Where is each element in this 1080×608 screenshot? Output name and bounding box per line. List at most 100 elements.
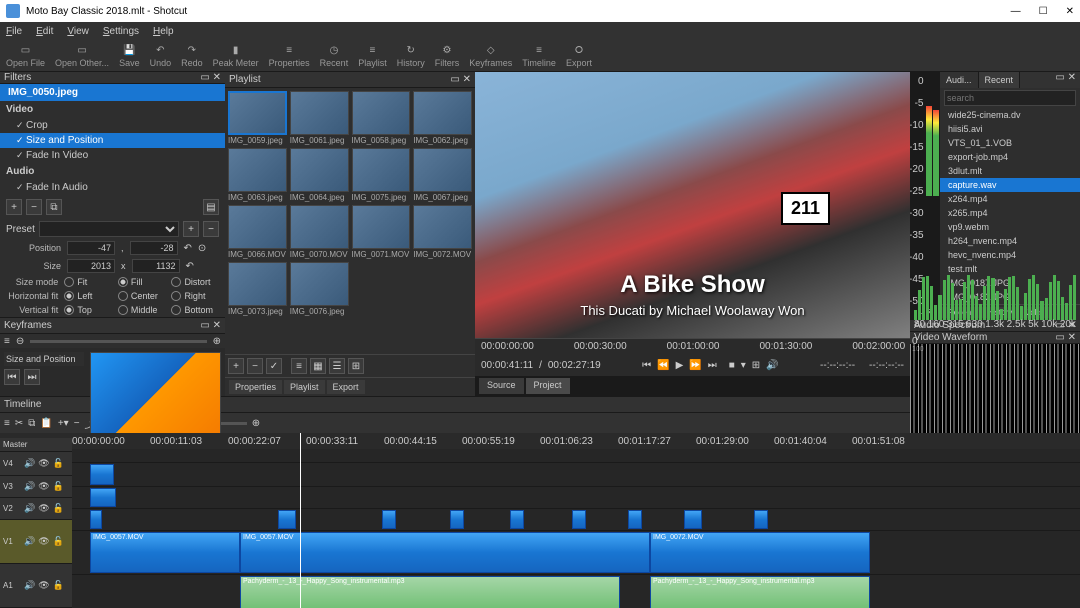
reset-icon[interactable]: ↶ — [184, 243, 192, 254]
playlist-item[interactable]: IMG_0070.MOV — [290, 205, 349, 259]
tl-menu-icon[interactable]: ≡ — [4, 418, 10, 429]
recent-item[interactable]: h264_nvenc.mp4 — [940, 234, 1080, 248]
filter-item[interactable]: Size and Position — [0, 133, 225, 148]
menu-view[interactable]: View — [67, 26, 89, 37]
playlist-item[interactable]: IMG_0075.jpeg — [352, 148, 411, 202]
clip[interactable]: IMG_0072.MOV — [650, 532, 870, 573]
playlist-close-icon[interactable]: ▭ ✕ — [450, 74, 471, 85]
filters-close-icon[interactable]: ▭ ✕ — [200, 72, 221, 83]
kf-prev-button[interactable]: ⏮ — [4, 369, 20, 385]
sizemode-radio[interactable]: Distort — [171, 277, 219, 287]
filter-item[interactable]: Crop — [0, 118, 225, 133]
recent-search-input[interactable] — [944, 90, 1076, 106]
toolbar-redo[interactable]: ↷Redo — [181, 43, 203, 68]
playlist-item[interactable]: IMG_0066.MOV — [228, 205, 287, 259]
menu-settings[interactable]: Settings — [103, 26, 139, 37]
clip[interactable] — [278, 510, 296, 529]
remove-filter-button[interactable]: − — [26, 199, 42, 215]
kf-zoom-slider[interactable] — [30, 340, 206, 343]
eye-icon[interactable]: 👁 — [38, 503, 49, 514]
preview-ruler[interactable]: 00:00:00:0000:00:30:0000:01:00:0000:01:3… — [475, 338, 910, 354]
out-point[interactable]: --:--:--:-- — [869, 360, 904, 371]
clip[interactable] — [90, 510, 102, 529]
recent-close-icon[interactable]: ▭ ✕ — [1051, 72, 1080, 88]
sizemode-radio[interactable]: Fill — [118, 277, 166, 287]
toolbar-recent[interactable]: ◷Recent — [320, 43, 349, 68]
play-icon[interactable]: ▶ — [676, 360, 684, 371]
hfit-radio[interactable]: Left — [64, 291, 112, 301]
playlist-item[interactable]: IMG_0062.jpeg — [413, 91, 472, 145]
toolbar-openfile[interactable]: ▭Open File — [6, 43, 45, 68]
zoom-icon[interactable]: ▾ — [741, 360, 746, 371]
playlist-add-button[interactable]: + — [228, 358, 244, 374]
clip[interactable]: Pachyderm_-_13_-_Happy_Song_instrumental… — [240, 576, 620, 608]
track-header-a1[interactable]: A1🔊👁🔓 — [0, 564, 72, 608]
track-master[interactable] — [72, 449, 1080, 463]
video-preview[interactable]: 211 A Bike Show This Ducati by Michael W… — [475, 72, 910, 338]
recent-item[interactable]: vp9.webm — [940, 220, 1080, 234]
mute-icon[interactable]: 🔊 — [24, 481, 35, 492]
playlist-item[interactable]: IMG_0061.jpeg — [290, 91, 349, 145]
eye-icon[interactable]: 👁 — [38, 580, 49, 591]
tab-source[interactable]: Source — [479, 378, 524, 394]
hfit-radio[interactable]: Right — [171, 291, 219, 301]
lock-icon[interactable]: 🔓 — [53, 503, 64, 514]
keyframes-close-icon[interactable]: ▭ ✕ — [200, 320, 221, 331]
mute-icon[interactable]: 🔊 — [24, 458, 35, 469]
playlist-item[interactable]: IMG_0059.jpeg — [228, 91, 287, 145]
playlist-grid-button[interactable]: ▦ — [310, 358, 326, 374]
copy-filter-button[interactable]: ⧉ — [46, 199, 62, 215]
eye-icon[interactable]: 👁 — [38, 481, 49, 492]
tab-recent[interactable]: Recent — [979, 72, 1021, 88]
menu-edit[interactable]: Edit — [36, 26, 53, 37]
recent-item[interactable]: x264.mp4 — [940, 192, 1080, 206]
toolbar-export[interactable]: ⭘Export — [566, 43, 592, 68]
menu-help[interactable]: Help — [153, 26, 174, 37]
playlist-detail-button[interactable]: ⊞ — [348, 358, 364, 374]
clip[interactable] — [572, 510, 586, 529]
recent-item[interactable]: VTS_01_1.VOB — [940, 136, 1080, 150]
toolbar-openother[interactable]: ▭Open Other... — [55, 43, 109, 68]
clip[interactable] — [90, 488, 116, 507]
toolbar-peakmeter[interactable]: ▮Peak Meter — [213, 43, 259, 68]
recent-item[interactable]: hevc_nvenc.mp4 — [940, 248, 1080, 262]
size-h-input[interactable] — [132, 259, 180, 273]
lock-icon[interactable]: 🔓 — [53, 536, 64, 547]
playlist-item[interactable]: IMG_0071.MOV — [352, 205, 411, 259]
track-header-v3[interactable]: V3🔊👁🔓 — [0, 476, 72, 498]
preset-remove-button[interactable]: − — [203, 221, 219, 237]
filter-item[interactable]: Fade In Audio — [0, 180, 225, 195]
clip[interactable]: IMG_0057.MOV — [240, 532, 650, 573]
sizemode-radio[interactable]: Fit — [64, 277, 112, 287]
paste-filter-button[interactable]: ▤ — [203, 199, 219, 215]
tab-playlist[interactable]: Playlist — [284, 380, 325, 394]
tl-zoomin-icon[interactable]: ⊕ — [252, 418, 260, 429]
lock-icon[interactable]: 🔓 — [53, 481, 64, 492]
position-x-input[interactable] — [67, 241, 115, 255]
playlist-item[interactable]: IMG_0058.jpeg — [352, 91, 411, 145]
toolbar-save[interactable]: 💾Save — [119, 43, 140, 68]
clip[interactable] — [684, 510, 702, 529]
tl-cut-icon[interactable]: ✂ — [15, 418, 23, 429]
volume-icon[interactable]: 🔊 — [766, 360, 778, 371]
track-a1[interactable]: Pachyderm_-_13_-_Happy_Song_instrumental… — [72, 575, 1080, 608]
mute-icon[interactable]: 🔊 — [24, 536, 35, 547]
preset-add-button[interactable]: + — [183, 221, 199, 237]
toolbar-history[interactable]: ↻History — [397, 43, 425, 68]
playlist-item[interactable]: IMG_0072.MOV — [413, 205, 472, 259]
grid-icon[interactable]: ⊞ — [752, 360, 760, 371]
tl-paste-icon[interactable]: 📋 — [40, 418, 52, 429]
lock-icon[interactable]: 🔓 — [53, 458, 64, 469]
close-button[interactable]: ✕ — [1066, 6, 1074, 17]
vfit-radio[interactable]: Middle — [118, 305, 166, 315]
toolbar-undo[interactable]: ↶Undo — [150, 43, 172, 68]
kf-menu-icon[interactable]: ≡ — [4, 336, 10, 347]
timecode-current[interactable]: 00:00:41:11 — [481, 360, 533, 371]
skip-start-icon[interactable]: ⏮ — [642, 360, 651, 371]
size-w-input[interactable] — [67, 259, 115, 273]
lock-icon[interactable]: 🔓 — [53, 580, 64, 591]
playlist-item[interactable]: IMG_0064.jpeg — [290, 148, 349, 202]
tl-append-icon[interactable]: +▾ — [58, 418, 69, 429]
tl-remove-icon[interactable]: − — [74, 418, 80, 429]
recent-item[interactable]: wide25-cinema.dv — [940, 108, 1080, 122]
